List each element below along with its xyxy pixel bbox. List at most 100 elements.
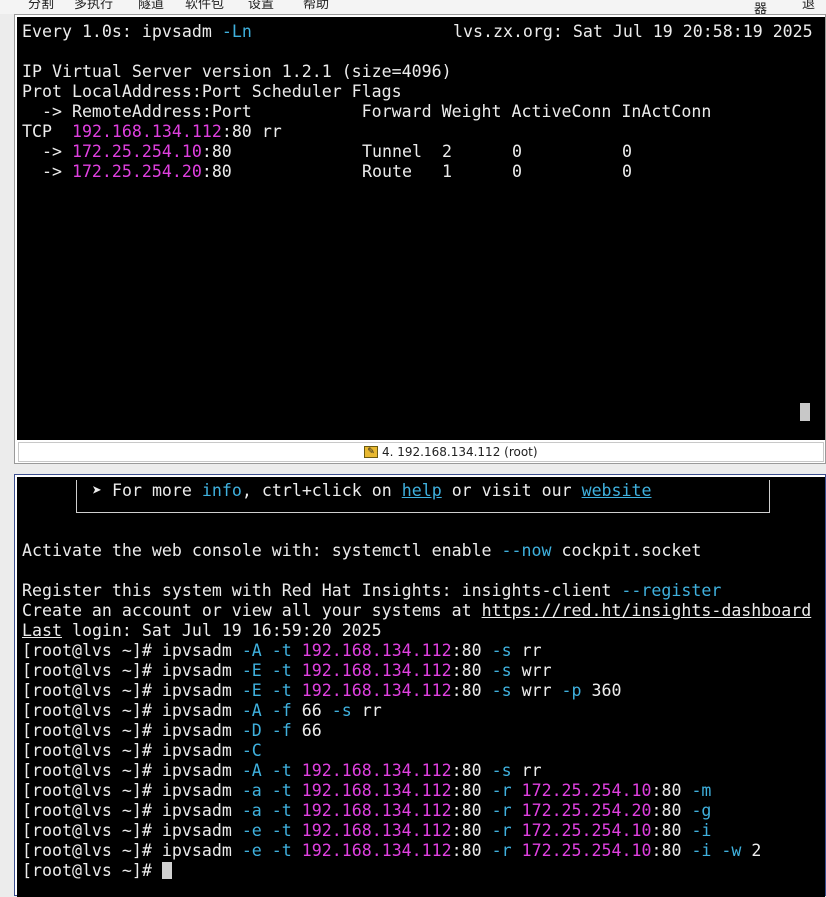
last-login-line: Last login: Sat Jul 19 16:59:20 2025 xyxy=(22,621,382,640)
command-option: -e xyxy=(241,841,262,860)
table-header-service: Prot LocalAddress:Port Scheduler Flags xyxy=(22,82,402,101)
command-option: -A xyxy=(241,701,262,720)
session-tab-label: 4. 192.168.134.112 (root) xyxy=(382,445,538,459)
command-option: -g xyxy=(691,801,712,820)
command-text xyxy=(262,721,272,740)
session-tab-bar: ✎ 4. 192.168.134.112 (root) xyxy=(18,442,824,462)
shell-prompt: [root@lvs ~]# xyxy=(22,801,162,820)
command-option: -m xyxy=(691,781,712,800)
command-option: -t xyxy=(271,801,292,820)
command-text xyxy=(262,801,272,820)
menu-item-help[interactable]: 帮助 xyxy=(303,0,329,12)
command-option: -s xyxy=(491,761,512,780)
command-text xyxy=(262,641,272,660)
watch-header-left: Every 1.0s: ipvsadm -Ln xyxy=(22,22,252,41)
insights-dashboard-link[interactable]: https://red.ht/insights-dashboard xyxy=(482,601,812,620)
command-text: wrr xyxy=(511,661,552,680)
command-text: rr xyxy=(511,641,542,660)
command-text xyxy=(292,841,302,860)
command-text: wrr xyxy=(511,681,562,700)
session-tab[interactable]: ✎ 4. 192.168.134.112 (root) xyxy=(364,445,538,459)
command-text: :80 xyxy=(451,801,492,820)
ip-address: 192.168.134.112 xyxy=(301,661,452,680)
activate-console-line: Activate the web console with: systemctl… xyxy=(22,541,702,560)
command-option: -t xyxy=(271,661,292,680)
ip-address: 172.25.254.20 xyxy=(521,801,652,820)
command-option: -r xyxy=(491,781,512,800)
command-option: -w xyxy=(721,841,742,860)
command-option: -s xyxy=(491,681,512,700)
command-option: -r xyxy=(491,821,512,840)
menu-bar: 分割 多执行 隧道 软件包 设置 帮助 器 退出 xyxy=(0,0,826,14)
shell-prompt: [root@lvs ~]# xyxy=(22,861,162,880)
real-server-weight: 1 xyxy=(442,162,452,181)
terminal-cursor xyxy=(800,403,810,421)
shell-prompt: [root@lvs ~]# xyxy=(22,641,162,660)
shell-prompt: [root@lvs ~]# xyxy=(22,661,162,680)
command-text: :80 xyxy=(651,841,692,860)
command-history-line: [root@lvs ~]# ipvsadm -C xyxy=(22,741,262,761)
ip-address: 192.168.134.112 xyxy=(301,761,452,780)
command-option: -r xyxy=(491,801,512,820)
command-text: ipvsadm xyxy=(161,761,242,780)
real-server-inactive: 0 xyxy=(622,142,632,161)
ip-address: 172.25.254.10 xyxy=(521,821,652,840)
command-option: -e xyxy=(241,821,262,840)
command-text xyxy=(292,801,302,820)
text-cursor xyxy=(161,862,172,879)
command-text: ipvsadm xyxy=(161,721,242,740)
menu-item-split[interactable]: 分割 xyxy=(28,0,54,12)
command-text: ipvsadm xyxy=(161,701,242,720)
command-text xyxy=(292,821,302,840)
command-text: 2 xyxy=(741,841,762,860)
command-option: -r xyxy=(491,841,512,860)
command-text: 66 xyxy=(291,721,322,740)
command-text xyxy=(512,841,522,860)
command-text: 360 xyxy=(581,681,622,700)
menu-item-tunnel[interactable]: 隧道 xyxy=(138,0,164,12)
command-option: -t xyxy=(271,821,292,840)
shell-prompt: [root@lvs ~]# xyxy=(22,741,162,760)
command-option: -a xyxy=(241,781,262,800)
command-text xyxy=(262,681,272,700)
ip-address: 192.168.134.112 xyxy=(301,821,452,840)
motd-box-frame xyxy=(76,480,770,513)
command-history-line: [root@lvs ~]# ipvsadm -a -t 192.168.134.… xyxy=(22,781,711,801)
command-option: -t xyxy=(271,641,292,660)
real-server-active: 0 xyxy=(512,142,522,161)
command-text: ipvsadm xyxy=(161,841,242,860)
command-history-line: [root@lvs ~]# ipvsadm -E -t 192.168.134.… xyxy=(22,661,552,681)
active-prompt-line[interactable]: [root@lvs ~]# xyxy=(22,861,172,881)
command-text: :80 xyxy=(451,761,492,780)
menu-item-tool[interactable]: 器 xyxy=(754,0,767,14)
ip-address: 192.168.134.112 xyxy=(301,781,452,800)
command-text: rr xyxy=(351,701,382,720)
command-option: -f xyxy=(271,721,292,740)
command-option: -t xyxy=(271,781,292,800)
ip-address: 172.25.254.10 xyxy=(521,781,652,800)
command-option: -t xyxy=(271,681,292,700)
command-text: :80 xyxy=(451,661,492,680)
command-history-line: [root@lvs ~]# ipvsadm -e -t 192.168.134.… xyxy=(22,841,761,861)
real-server-weight: 2 xyxy=(442,142,452,161)
shell-prompt: [root@lvs ~]# xyxy=(22,721,162,740)
menu-item-settings[interactable]: 设置 xyxy=(248,0,274,12)
bottom-terminal[interactable]: ➤ For more info, ctrl+click on help or v… xyxy=(17,477,825,897)
command-option: -C xyxy=(241,741,262,760)
shell-prompt: [root@lvs ~]# xyxy=(22,821,162,840)
command-text: ipvsadm xyxy=(161,741,242,760)
command-text: ipvsadm xyxy=(161,681,242,700)
command-text xyxy=(292,681,302,700)
command-text xyxy=(262,661,272,680)
command-text xyxy=(292,641,302,660)
command-option: -f xyxy=(271,701,292,720)
menu-item-multi-exec[interactable]: 多执行 xyxy=(74,0,113,12)
menu-item-exit[interactable]: 退出 xyxy=(802,0,826,14)
command-option: -D xyxy=(241,721,262,740)
ip-address: 172.25.254.10 xyxy=(521,841,652,860)
top-terminal[interactable]: Every 1.0s: ipvsadm -Ln lvs.zx.org: Sat … xyxy=(17,17,825,440)
register-line: Register this system with Red Hat Insigh… xyxy=(22,581,722,600)
menu-item-packages[interactable]: 软件包 xyxy=(185,0,224,12)
command-option: -p xyxy=(561,681,582,700)
command-option: -s xyxy=(491,641,512,660)
